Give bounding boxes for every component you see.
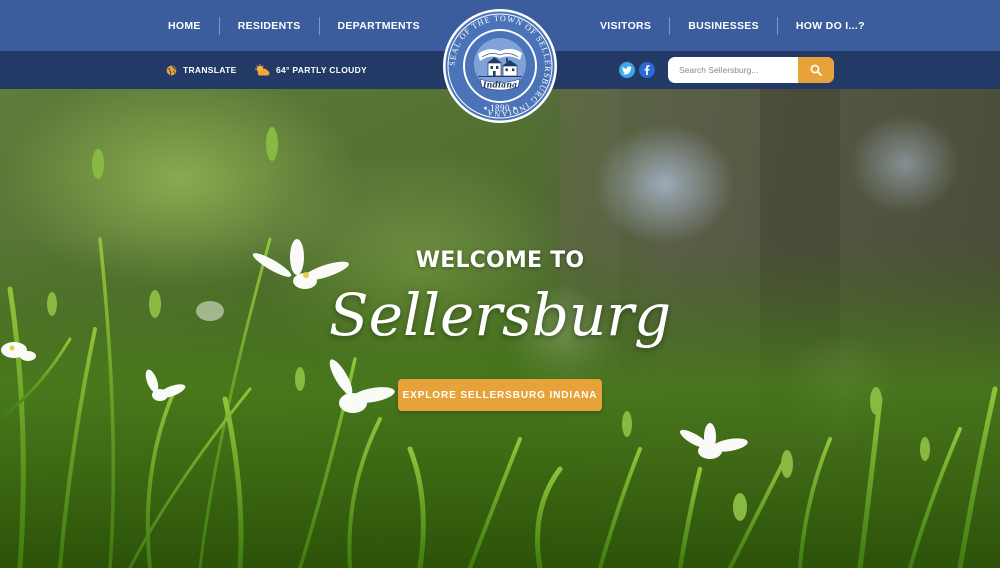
- facebook-icon: [644, 65, 650, 75]
- search-icon: [810, 64, 822, 76]
- translate-link[interactable]: TRANSLATE: [166, 62, 237, 78]
- facebook-link[interactable]: [639, 62, 655, 78]
- weather-display: 64° PARTLY CLOUDY: [254, 62, 367, 78]
- seal-star-icon: ★: [483, 105, 488, 112]
- twitter-icon: [622, 65, 632, 74]
- hero-banner: WELCOME TO Sellersburg EXPLORE SELLERSBU…: [0, 89, 1000, 568]
- nav-residents[interactable]: RESIDENTS: [220, 16, 319, 36]
- search-button[interactable]: [798, 57, 834, 83]
- nav-visitors[interactable]: VISITORS: [582, 16, 669, 36]
- partly-cloudy-icon: [255, 64, 270, 76]
- nav-departments[interactable]: DEPARTMENTS: [320, 16, 438, 36]
- seal-star-icon: ★: [512, 105, 517, 112]
- hero-welcome-text: WELCOME TO: [415, 248, 585, 273]
- nav-home[interactable]: HOME: [150, 16, 219, 36]
- nav-how-do-i[interactable]: HOW DO I...?: [778, 16, 883, 36]
- nav-left-group: HOME RESIDENTS DEPARTMENTS: [150, 0, 438, 51]
- hero-town-name: Sellersburg: [328, 281, 672, 349]
- search-form: [668, 57, 834, 83]
- globe-icon: [166, 65, 177, 75]
- nav-businesses[interactable]: BUSINESSES: [670, 16, 777, 36]
- weather-label: 64° PARTLY CLOUDY: [276, 65, 368, 75]
- town-seal-logo[interactable]: SEAL OF THE TOWN OF SELLERSBURG INDIANA …: [442, 8, 558, 124]
- twitter-link[interactable]: [619, 62, 635, 78]
- nav-right-group: VISITORS BUSINESSES HOW DO I...?: [582, 0, 883, 51]
- explore-sellersburg-button[interactable]: EXPLORE SELLERSBURG INDIANA: [398, 379, 602, 411]
- seal-banner-text: Indiana: [482, 80, 517, 90]
- seal-year: 1890: [490, 103, 510, 113]
- translate-label: TRANSLATE: [183, 65, 237, 75]
- search-input[interactable]: [668, 57, 798, 83]
